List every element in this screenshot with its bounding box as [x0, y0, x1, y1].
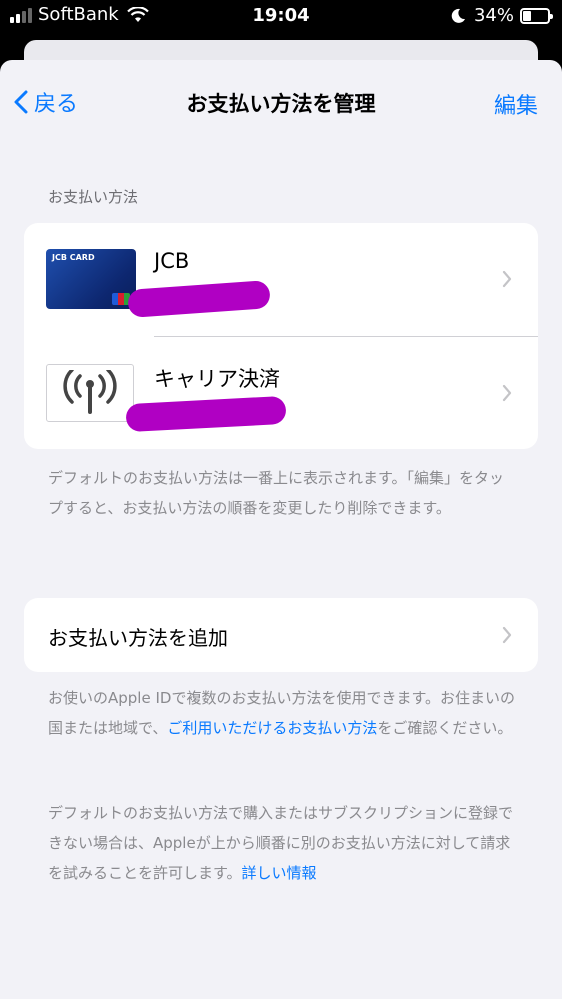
payment-row-jcb[interactable]: JCB CARD JCB — [24, 223, 538, 336]
payment-title: キャリア決済 — [154, 367, 280, 391]
battery-fill — [523, 10, 532, 21]
add-payment-label: お支払い方法を追加 — [48, 626, 228, 650]
redaction-scribble — [127, 280, 271, 318]
payment-title: JCB — [154, 249, 190, 273]
add-payment-button[interactable]: お支払い方法を追加 — [24, 598, 538, 672]
chevron-right-icon — [502, 384, 512, 402]
moon-icon — [451, 8, 465, 23]
learn-more-link[interactable]: 詳しい情報 — [242, 864, 317, 882]
status-right: 34% — [450, 5, 553, 26]
battery-percent: 34% — [473, 5, 514, 26]
chevron-right-icon — [502, 626, 512, 644]
card-brand-text: JCB CARD — [52, 253, 95, 262]
jcb-card-image: JCB CARD — [46, 249, 136, 309]
available-payment-methods-link[interactable]: ご利用いただけるお支払い方法 — [167, 719, 377, 737]
info-paragraph-2: デフォルトのお支払い方法で購入またはサブスクリプションに登録できない場合は、Ap… — [48, 798, 516, 888]
carrier-billing-image — [46, 364, 134, 422]
edit-button[interactable]: 編集 — [494, 88, 538, 120]
info-paragraph-1: お使いのApple IDで複数のお支払い方法を使用できます。お住まいの国または地… — [48, 683, 516, 743]
info-text: をご確認ください。 — [377, 719, 513, 737]
antenna-icon — [63, 370, 117, 414]
section-header: お支払い方法 — [48, 188, 139, 206]
payment-methods-list: JCB CARD JCB キャリア決済 — [24, 223, 538, 449]
redaction-scribble — [125, 395, 287, 433]
status-bar: SoftBank 19:04 34% — [0, 0, 562, 34]
battery-icon — [520, 7, 553, 24]
navigation-bar: 戻る お支払い方法を管理 編集 — [0, 60, 562, 144]
reorder-footnote: デフォルトのお支払い方法は一番上に表示されます。「編集」をタップすると、お支払い… — [48, 469, 505, 517]
chevron-right-icon — [502, 270, 512, 288]
payment-sheet: 戻る お支払い方法を管理 編集 お支払い方法 JCB CARD JCB キャリア… — [0, 60, 562, 999]
page-title: お支払い方法を管理 — [186, 92, 376, 116]
payment-row-carrier[interactable]: キャリア決済 — [24, 336, 538, 449]
